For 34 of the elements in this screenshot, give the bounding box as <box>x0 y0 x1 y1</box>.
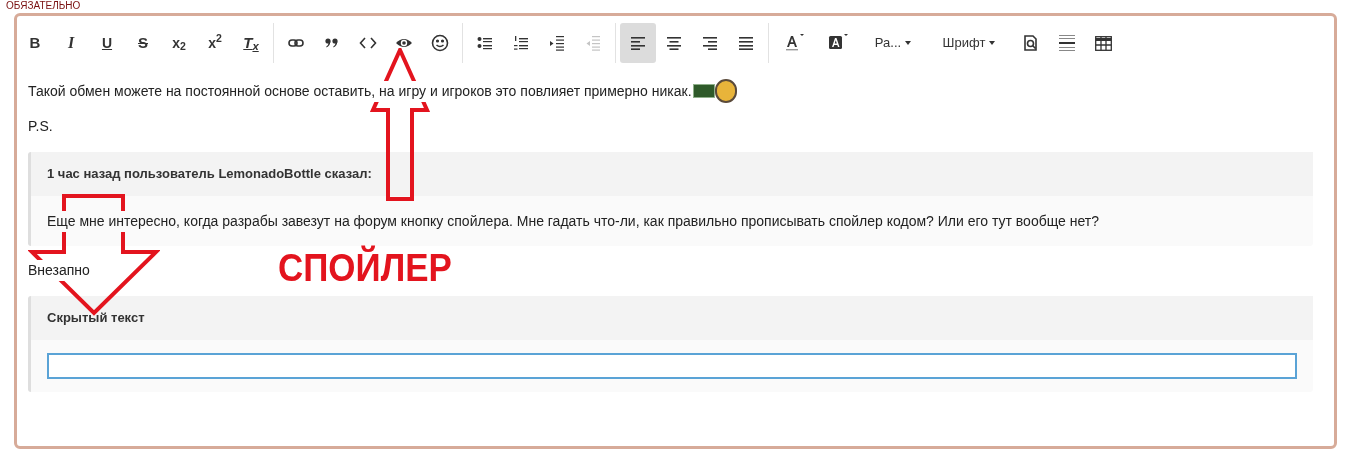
table-icon <box>1094 35 1112 51</box>
preview-icon <box>1024 35 1038 51</box>
sign-emoticon <box>692 84 715 98</box>
quote-text: Еще мне интересно, когда разрабы завезут на форум кнопку спойлера. Мне гадать что-ли, как правильно прописывать спойлер кодом? Или его тут вообще нет? <box>47 210 1099 232</box>
hidden-text-input[interactable] <box>47 353 1297 379</box>
horizontal-rule-icon <box>1059 34 1075 52</box>
indent-icon <box>549 35 565 51</box>
italic-button[interactable]: I <box>53 23 89 63</box>
spoiler-header: Скрытый текст <box>31 296 1313 340</box>
align-right-icon <box>703 36 717 50</box>
align-left-icon <box>631 36 645 50</box>
align-left-button[interactable] <box>620 23 656 63</box>
align-center-icon <box>667 36 681 50</box>
quote-header: 1 час назад пользователь LemonadoBottle сказал: <box>31 152 1313 196</box>
numbered-list-icon <box>513 35 529 51</box>
clear-format-button[interactable]: T$_{x}$ <box>233 23 269 63</box>
field-label: ОБЯЗАТЕЛЬНО <box>6 0 81 12</box>
script-button[interactable]: x$_{2}$ <box>161 23 197 63</box>
justify-icon <box>739 36 753 50</box>
underline-button[interactable]: U <box>89 23 125 63</box>
bold-button[interactable]: B <box>17 23 53 63</box>
script-button[interactable]: x$^{2}$ <box>197 23 233 63</box>
avatar-emoticon <box>714 79 737 103</box>
outdent-icon <box>585 35 601 51</box>
emoji-icon <box>431 34 449 52</box>
code-icon <box>359 35 377 51</box>
font-size-dropdown[interactable]: Ра... <box>861 23 925 63</box>
annotation-label: СПОЙЛЕР <box>278 244 452 291</box>
font-dropdown[interactable]: Шрифт <box>925 23 1013 63</box>
bullet-list-icon <box>477 35 493 51</box>
paragraph-text: Такой обмен можете на постоянной основе оставить, на игру и игроков это повлияет примерно никак. <box>28 80 692 102</box>
paragraph-text: Внезапно <box>28 259 90 281</box>
strikethrough-button[interactable]: S <box>125 23 161 63</box>
text-color-icon <box>784 33 806 53</box>
